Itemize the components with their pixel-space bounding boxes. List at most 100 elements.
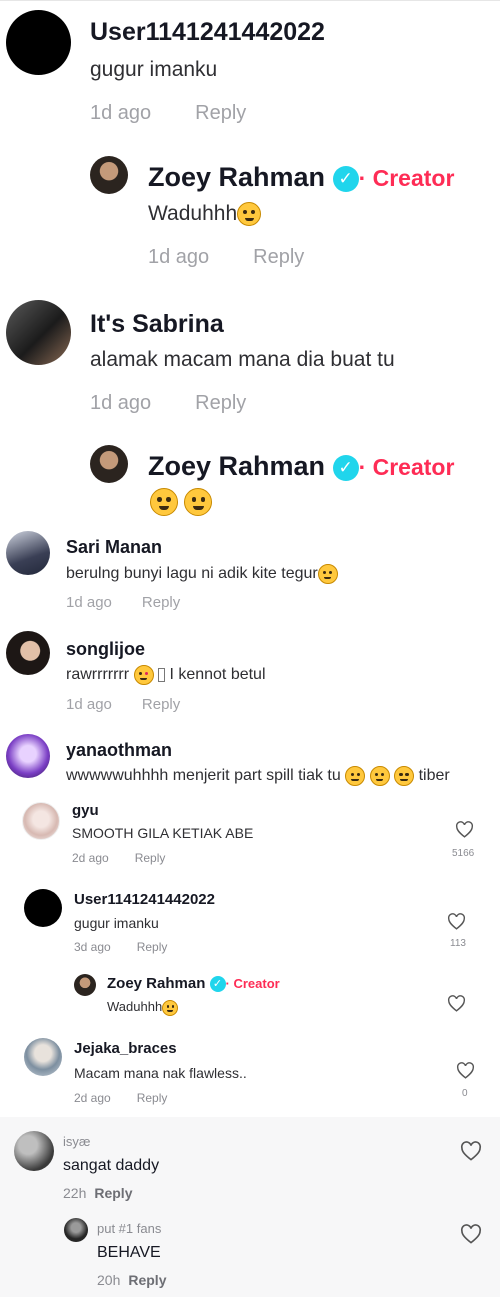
comment-text: berulng bunyi lagu ni adik kite tegur: [66, 564, 338, 584]
comment-thread: gyu SMOOTH GILA KETIAK ABE 2d ago Reply 5…: [0, 798, 500, 883]
comment-username[interactable]: Jejaka_braces: [74, 1040, 177, 1057]
comment-text: alamak macam mana dia buat tu: [90, 348, 395, 371]
reply-button[interactable]: Reply: [142, 696, 180, 713]
comment-thread: Jejaka_braces Macam mana nak flawless.. …: [0, 1030, 500, 1115]
comment-text: rawrrrrrrr I kennot betul: [66, 665, 266, 685]
comment-meta: 1d ago Reply: [66, 594, 180, 611]
comment-text: sangat daddy: [63, 1157, 160, 1174]
reply-button[interactable]: Reply: [128, 1272, 166, 1288]
comment-username[interactable]: User1141241442022: [90, 18, 325, 47]
comment-time: 2d ago: [72, 851, 109, 865]
comment-thread: Sari Manan berulng bunyi lagu ni adik ki…: [0, 525, 500, 625]
reply-button[interactable]: Reply: [137, 940, 168, 954]
comment-time: 1d ago: [90, 102, 152, 124]
reply-button[interactable]: Reply: [142, 594, 180, 611]
creator-badge: Creator: [372, 165, 455, 191]
heart-outline-icon[interactable]: [460, 1224, 482, 1244]
reply-username[interactable]: Zoey Rahman ✓ · Creator: [107, 975, 280, 993]
laughing-tears-emoji-icon: [317, 564, 338, 584]
comment-text: gugur imanku: [74, 915, 159, 931]
comment-time: 3d ago: [74, 940, 111, 954]
comment-thread: User1141241442022 gugur imanku 1d ago Rep…: [0, 0, 500, 140]
smiling-hearts-emoji-icon: [237, 202, 262, 227]
missing-glyph-icon: [157, 668, 165, 682]
comment-meta: 1d ago Reply: [90, 102, 246, 125]
reply-text: BEHAVE: [97, 1244, 161, 1261]
comment-text: SMOOTH GILA KETIAK ABE: [72, 825, 254, 841]
reply-item: Zoey Rahman ✓ · Creator Waduhhh 1d ago Rep…: [0, 140, 500, 290]
comment-thread: yanaothman wwwwwuhhhh menjerit part spil…: [0, 728, 500, 798]
heart-outline-icon[interactable]: [455, 821, 474, 838]
avatar[interactable]: [6, 531, 50, 575]
reply-button[interactable]: Reply: [135, 851, 166, 865]
reply-emoji-row: [150, 488, 213, 516]
heart-outline-icon[interactable]: [447, 995, 466, 1012]
creator-badge: Creator: [233, 976, 280, 991]
comment-meta: 1d ago Reply: [66, 696, 180, 713]
comment-username[interactable]: songlijoe: [66, 639, 145, 660]
comment-username[interactable]: isyæ: [63, 1134, 90, 1149]
heart-outline-icon[interactable]: [447, 913, 466, 930]
verified-check-icon: ✓: [209, 976, 226, 993]
avatar[interactable]: [14, 1131, 54, 1171]
avatar[interactable]: [6, 734, 50, 778]
reply-username[interactable]: put #1 fans: [97, 1221, 161, 1236]
comment-thread: User1141241442022 gugur imanku 3d ago Rep…: [0, 883, 500, 968]
heart-outline-icon[interactable]: [460, 1141, 482, 1161]
flushed-face-emoji-icon: [150, 488, 178, 516]
grinning-sweat-emoji-icon: [369, 766, 390, 786]
reply-username[interactable]: Zoey Rahman ✓ · Creator: [148, 451, 454, 482]
creator-badge: Creator: [372, 454, 455, 480]
comment-time: 1d ago: [90, 392, 152, 414]
comment-time: 22h: [63, 1185, 87, 1201]
comment-text: Macam mana nak flawless..: [74, 1065, 247, 1081]
comment-meta: 2d ago Reply: [74, 1091, 167, 1105]
verified-check-icon: ✓: [332, 165, 359, 192]
comment-meta: 22h Reply: [63, 1185, 132, 1201]
avatar[interactable]: [6, 631, 50, 675]
reply-time: 1d ago: [148, 246, 210, 268]
reply-time: 20h: [97, 1272, 121, 1288]
reply-username[interactable]: Zoey Rahman ✓ · Creator: [148, 162, 454, 193]
avatar[interactable]: [90, 156, 128, 194]
smiling-hearts-emoji-icon: [162, 999, 179, 1016]
avatar[interactable]: [74, 974, 96, 996]
comment-meta: 1d ago Reply: [90, 392, 246, 415]
comment-username[interactable]: gyu: [72, 802, 99, 819]
comment-time: 1d ago: [66, 696, 112, 713]
reply-meta: 1d ago Reply: [148, 246, 304, 269]
comment-section-lower: isyæ sangat daddy 22h Reply put #1 fans B…: [0, 1117, 500, 1297]
heart-outline-icon[interactable]: [456, 1062, 475, 1079]
heart-eyes-emoji-icon: [133, 665, 154, 685]
comment-thread: songlijoe rawrrrrrrr I kennot betul 1d a…: [0, 625, 500, 725]
reply-text: Waduhhh: [107, 999, 179, 1016]
grinning-sweat-emoji-icon: [345, 766, 366, 786]
verified-check-icon: ✓: [332, 454, 359, 481]
like-count: 5166: [452, 848, 475, 859]
reply-item: Zoey Rahman ✓ · Creator: [0, 435, 500, 525]
reply-item: Zoey Rahman ✓ · Creator Waduhhh: [0, 968, 500, 1028]
comment-meta: 3d ago Reply: [74, 940, 167, 954]
reply-button[interactable]: Reply: [195, 102, 246, 124]
avatar[interactable]: [90, 445, 128, 483]
like-count: 113: [450, 938, 466, 949]
avatar[interactable]: [24, 1038, 62, 1076]
comment-username[interactable]: It's Sabrina: [90, 310, 224, 339]
avatar[interactable]: [24, 889, 62, 927]
avatar[interactable]: [22, 802, 60, 840]
reply-button[interactable]: Reply: [253, 246, 304, 268]
reply-button[interactable]: Reply: [94, 1185, 132, 1201]
comment-username[interactable]: Sari Manan: [66, 537, 162, 558]
comment-time: 2d ago: [74, 1091, 111, 1105]
reply-button[interactable]: Reply: [137, 1091, 168, 1105]
comment-text: gugur imanku: [90, 58, 218, 81]
comment-meta: 2d ago Reply: [72, 851, 165, 865]
comment-username[interactable]: User1141241442022: [74, 891, 215, 908]
comment-username[interactable]: yanaothman: [66, 740, 172, 761]
avatar[interactable]: [6, 10, 71, 75]
laughing-tears-emoji-icon: [184, 488, 213, 516]
avatar[interactable]: [6, 300, 71, 365]
reply-button[interactable]: Reply: [195, 392, 246, 414]
comment-time: 1d ago: [66, 594, 112, 611]
avatar[interactable]: [64, 1218, 88, 1242]
